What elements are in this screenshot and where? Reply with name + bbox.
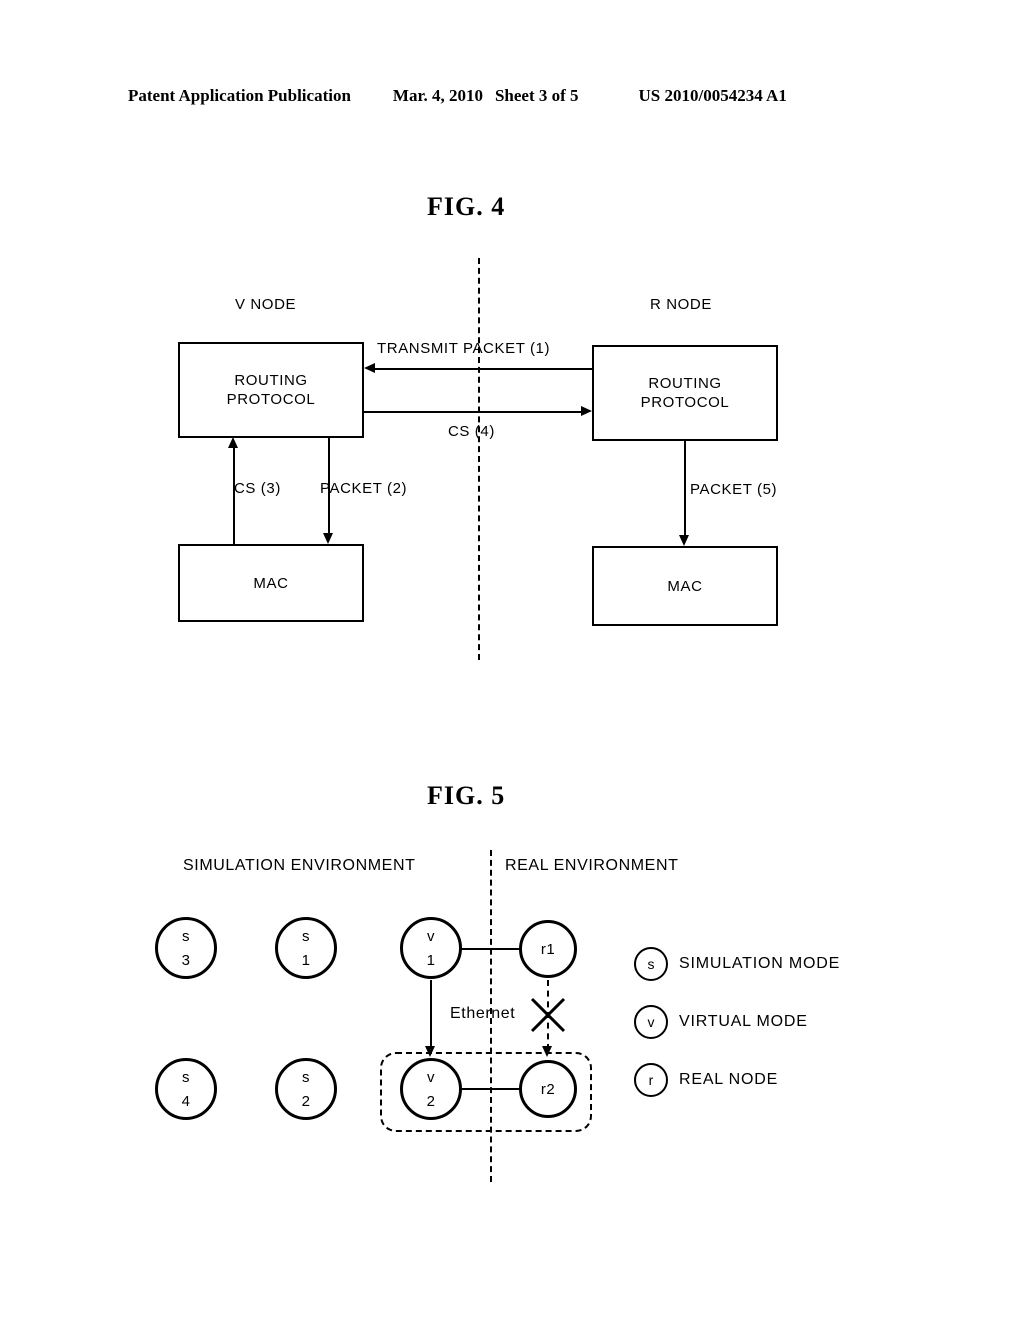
fig5-legend-label-real-node: REAL NODE	[679, 1071, 779, 1088]
fig5-node-s2-line2: 2	[301, 1092, 311, 1110]
fig5-link-v1-v2-line	[430, 980, 432, 1050]
fig5-legend-symbol-v: v	[634, 1005, 668, 1039]
fig5-node-s2-line1: s	[302, 1068, 310, 1086]
fig5-node-s4: s 4	[155, 1058, 217, 1120]
fig5-legend-symbol-r: r	[634, 1063, 668, 1097]
fig5-node-s2: s 2	[275, 1058, 337, 1120]
fig5-real-environment-label: REAL ENVIRONMENT	[505, 857, 679, 874]
fig5-node-s3-line2: 3	[181, 951, 191, 969]
fig5-link-r1-r2-arrowhead	[542, 1046, 552, 1057]
fig5-node-v1-line1: v	[427, 927, 435, 945]
fig5-node-r1-line1: r1	[540, 940, 556, 958]
fig5-node-s1-line1: s	[302, 927, 310, 945]
fig5-legend-label-simulation-mode: SIMULATION MODE	[679, 955, 841, 972]
fig5-ethernet-label: Ethernet	[450, 1005, 516, 1022]
fig5-link-v1-v2-arrowhead	[425, 1046, 435, 1057]
fig5-node-s4-line2: 4	[181, 1092, 191, 1110]
fig5-link-v1-r1	[460, 948, 520, 950]
patent-figure-page: Patent Application Publication Mar. 4, 2…	[0, 0, 1024, 1320]
fig5-broken-link-x-icon	[530, 997, 566, 1033]
fig5-node-r1: r1	[519, 920, 577, 978]
fig5-node-v1-line2: 1	[426, 951, 436, 969]
fig5-node-s1-line2: 1	[301, 951, 311, 969]
fig5-link-v2-r2	[460, 1088, 520, 1090]
fig5-node-s3-line1: s	[182, 927, 190, 945]
fig5-paired-node-group	[380, 1052, 592, 1132]
fig5-node-s4-line1: s	[182, 1068, 190, 1086]
fig5-diagram: SIMULATION ENVIRONMENT REAL ENVIRONMENT …	[0, 0, 1024, 1320]
fig5-node-v1: v 1	[400, 917, 462, 979]
fig5-node-s1: s 1	[275, 917, 337, 979]
fig5-node-s3: s 3	[155, 917, 217, 979]
fig5-simulation-environment-label: SIMULATION ENVIRONMENT	[183, 857, 416, 874]
fig5-legend-label-virtual-mode: VIRTUAL MODE	[679, 1013, 808, 1030]
fig5-legend-symbol-s: s	[634, 947, 668, 981]
